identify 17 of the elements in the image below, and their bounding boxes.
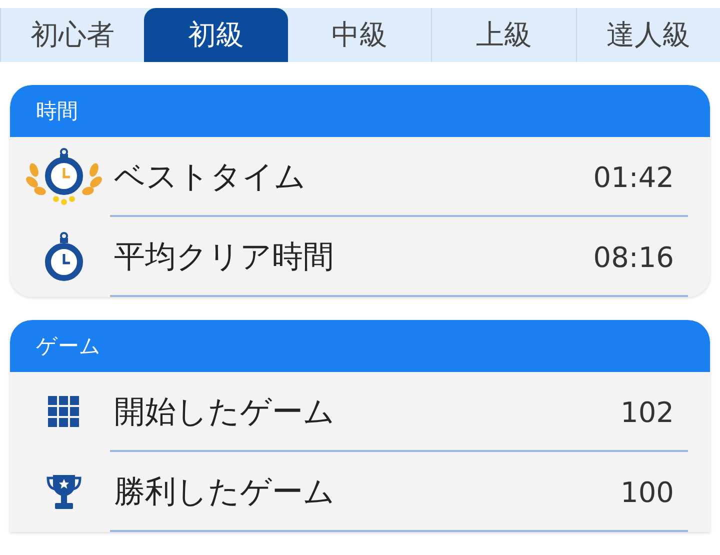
stat-value: 100 — [620, 476, 674, 508]
level-tab[interactable]: 中級 — [288, 8, 432, 62]
section-header: 時間 — [10, 85, 710, 137]
level-tab[interactable]: 上級 — [431, 8, 576, 62]
stat-value: 102 — [620, 396, 674, 428]
grid-icon — [48, 396, 80, 428]
stat-label: 開始したゲーム — [114, 393, 336, 432]
stat-value: 08:16 — [593, 240, 674, 274]
stat-label: 平均クリア時間 — [114, 238, 335, 277]
stat-label: ベストタイム — [114, 158, 307, 197]
trophy-icon — [46, 473, 82, 511]
stat-label: 勝利したゲーム — [114, 473, 336, 512]
section-header: ゲーム — [10, 320, 710, 372]
level-tab[interactable]: 達人級 — [576, 8, 720, 62]
stopwatch-laurel-icon — [24, 148, 104, 206]
stat-value: 01:42 — [593, 160, 674, 194]
level-tab[interactable]: 初級 — [144, 8, 288, 62]
